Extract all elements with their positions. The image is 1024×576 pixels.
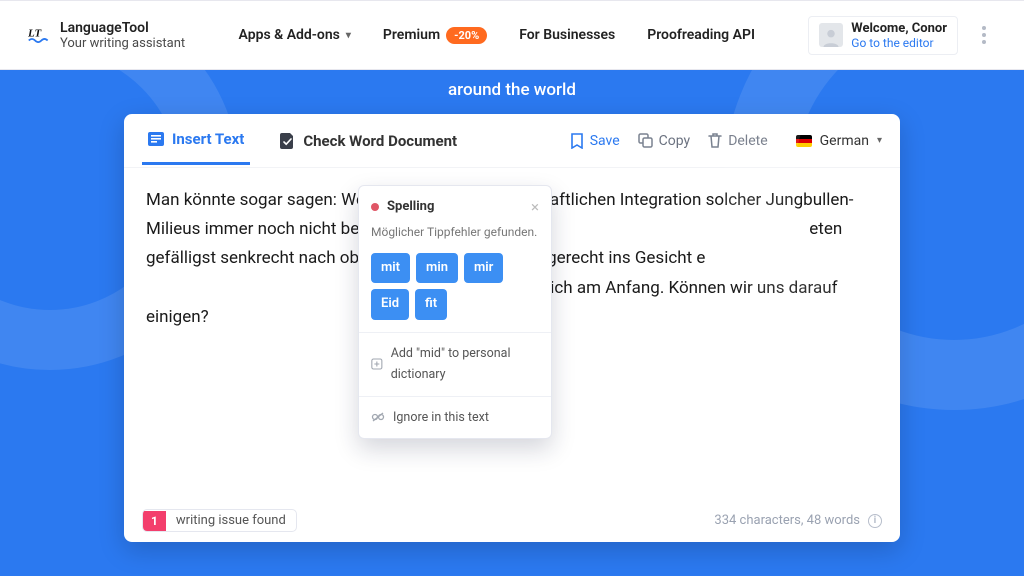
popover-message: Möglicher Tippfehler gefunden.: [359, 218, 551, 253]
save-button[interactable]: Save: [570, 133, 620, 149]
add-to-dictionary[interactable]: Add "mid" to personal dictionary: [359, 332, 551, 396]
tab-check-doc[interactable]: Check Word Document: [274, 118, 463, 164]
ignore-icon: [371, 410, 385, 424]
text-icon: [148, 132, 164, 146]
user-box: Welcome, Conor Go to the editor: [808, 16, 996, 55]
brand-tagline: Your writing assistant: [60, 36, 185, 51]
hero-subtitle: around the world: [0, 80, 1024, 100]
document-check-icon: [280, 133, 295, 149]
tab-insert-text[interactable]: Insert Text: [142, 116, 250, 165]
ignore-in-text[interactable]: Ignore in this text: [359, 396, 551, 439]
welcome-text: Welcome, Conor: [851, 21, 947, 36]
nav-apps[interactable]: Apps & Add-ons▾: [239, 27, 351, 43]
text-stats: 334 characters, 48 words i: [714, 513, 882, 528]
copy-button[interactable]: Copy: [638, 133, 691, 149]
main-nav: Apps & Add-ons▾ Premium-20% For Business…: [185, 27, 808, 44]
german-flag-icon: [796, 135, 812, 147]
error-dot-icon: [371, 203, 379, 211]
chevron-down-icon: ▾: [346, 30, 351, 41]
logo-icon: LT: [28, 25, 50, 45]
suggestion-chip[interactable]: min: [416, 253, 458, 283]
trash-icon: [708, 133, 722, 149]
delete-button[interactable]: Delete: [708, 133, 767, 149]
brand[interactable]: LT LanguageTool Your writing assistant: [28, 20, 185, 51]
discount-badge: -20%: [446, 27, 487, 44]
copy-icon: [638, 133, 653, 148]
chevron-down-icon: ▾: [877, 135, 882, 146]
text-editor[interactable]: Man könnte sogar sagen: Wenn wir mid der…: [124, 168, 900, 509]
suggestion-chip[interactable]: fit: [415, 289, 447, 319]
editor-card: Insert Text Check Word Document Save Cop…: [124, 114, 900, 542]
svg-text:LT: LT: [28, 28, 43, 40]
language-selector[interactable]: German ▾: [796, 133, 882, 149]
suggestion-chip[interactable]: mit: [371, 253, 410, 283]
suggestion-chip[interactable]: mir: [464, 253, 503, 283]
issues-text: writing issue found: [166, 510, 296, 531]
nav-business[interactable]: For Businesses: [519, 27, 615, 43]
top-bar: LT LanguageTool Your writing assistant A…: [0, 0, 1024, 70]
hero: around the world Insert Text Check Word …: [0, 70, 1024, 576]
suggestion-chip[interactable]: Eid: [371, 289, 409, 319]
nav-premium[interactable]: Premium-20%: [383, 27, 487, 44]
user-menu[interactable]: Welcome, Conor Go to the editor: [808, 16, 958, 55]
more-menu-icon[interactable]: [972, 26, 996, 44]
go-to-editor-link[interactable]: Go to the editor: [851, 36, 947, 50]
bookmark-icon: [570, 133, 584, 149]
suggestion-list: mit min mir Eid fit: [359, 253, 551, 332]
card-header: Insert Text Check Word Document Save Cop…: [124, 114, 900, 168]
card-footer: 1 writing issue found 334 characters, 48…: [124, 509, 900, 542]
issues-indicator[interactable]: 1 writing issue found: [142, 509, 297, 532]
brand-name: LanguageTool: [60, 20, 185, 36]
suggestion-popover: Spelling × Möglicher Tippfehler gefunden…: [358, 185, 552, 439]
issues-count: 1: [143, 511, 166, 531]
avatar-icon: [819, 23, 843, 47]
dictionary-icon: [371, 357, 383, 371]
close-icon[interactable]: ×: [531, 200, 539, 215]
nav-api[interactable]: Proofreading API: [647, 27, 755, 43]
popover-category: Spelling: [387, 196, 531, 218]
info-icon[interactable]: i: [868, 514, 882, 528]
